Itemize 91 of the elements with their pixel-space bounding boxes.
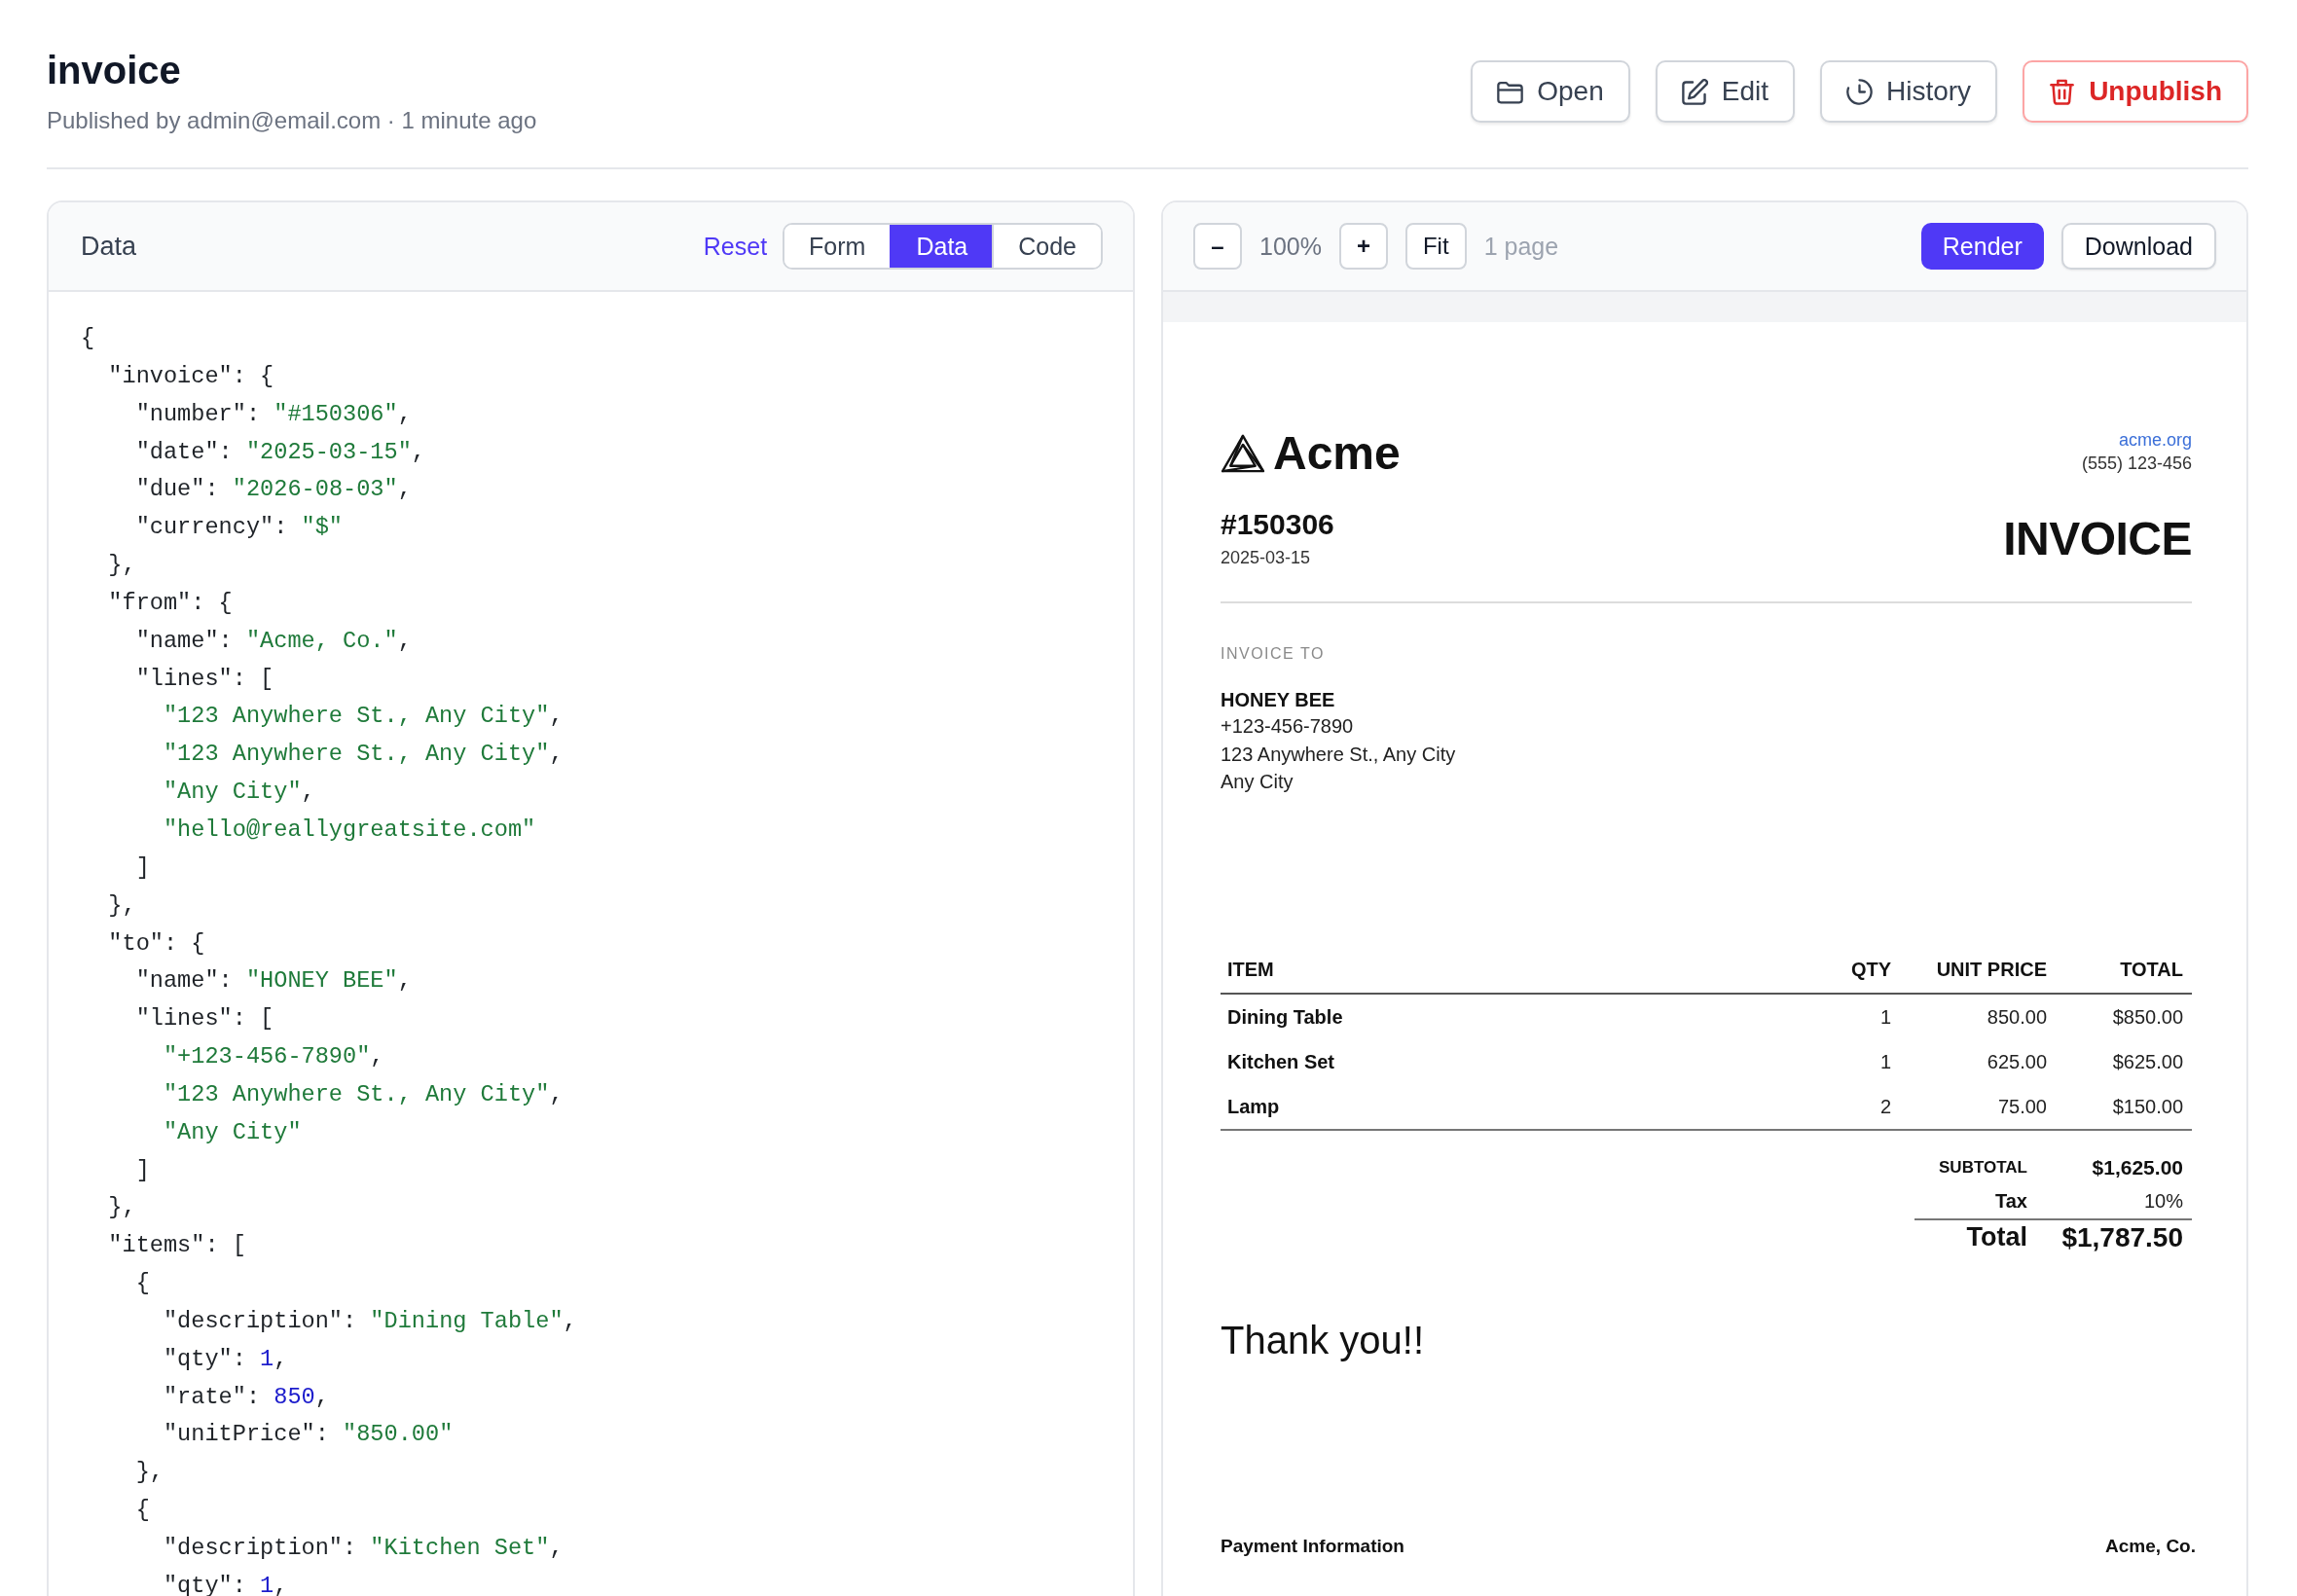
website-url: acme.org — [2118, 429, 2192, 452]
code-line: }, — [108, 552, 136, 579]
column-header: TOTAL — [2119, 957, 2184, 982]
client-name: HONEY BEE — [1221, 688, 1335, 712]
reset-link[interactable]: Reset — [703, 232, 768, 261]
code-line: "qty": 1, — [163, 1572, 288, 1596]
code-line: }, — [108, 1194, 136, 1221]
code-line: "description": "Kitchen Set", — [163, 1535, 564, 1561]
table-cell-text: Dining Table — [1226, 1004, 1344, 1030]
code-line: { — [135, 1497, 150, 1524]
table-cell-text: 1 — [1878, 1049, 1892, 1074]
table-cell-text: Kitchen Set — [1226, 1049, 1336, 1074]
code-line: ] — [135, 1156, 150, 1183]
code-line: "number": "#150306", — [135, 400, 412, 427]
mode-tab[interactable]: Code — [992, 225, 1101, 268]
code-line: "hello@reallygreatsite.com" — [163, 816, 536, 843]
code-line: "from": { — [108, 589, 233, 616]
document-title: INVOICE — [2003, 514, 2192, 564]
table-cell-text: $850.00 — [2111, 1004, 2184, 1030]
table-cell-text: $150.00 — [2111, 1094, 2184, 1119]
code-line: ] — [135, 853, 150, 881]
page-title: invoice — [47, 48, 181, 93]
table-cell-text: 75.00 — [1996, 1094, 2048, 1119]
table-cell-text: Lamp — [1226, 1094, 1281, 1119]
address-line: +123-456-7890 — [1221, 714, 1354, 739]
tax-label: Tax — [1994, 1190, 2027, 1213]
code-line: "description": "Dining Table", — [163, 1307, 577, 1334]
thank-you-text: Thank you!! — [1221, 1317, 1424, 1363]
table-cell-text: 1 — [1878, 1004, 1892, 1030]
phone-number: (555) 123-456 — [2081, 453, 2192, 475]
invoice-date: 2025-03-15 — [1221, 547, 1311, 569]
code-line: "name": "Acme, Co.", — [135, 627, 412, 654]
invoice-number: #150306 — [1221, 508, 1334, 541]
code-line: { — [81, 325, 95, 351]
table-cell-text: 2 — [1878, 1094, 1892, 1119]
column-header: UNIT PRICE — [1935, 957, 2048, 982]
code-line: "123 Anywhere St., Any City", — [163, 1080, 564, 1107]
panel-title: Data — [81, 231, 137, 262]
mode-tab[interactable]: Data — [890, 225, 993, 268]
total-value: $1,787.50 — [2060, 1221, 2184, 1253]
unpublish-button[interactable]: Unpublish — [2023, 60, 2248, 123]
code-line: "lines": [ — [135, 665, 274, 692]
clock-icon — [1846, 78, 1873, 105]
bill-to-label: INVOICE TO — [1221, 644, 1325, 664]
code-line: "date": "2025-03-15", — [135, 438, 425, 465]
table-cell-text: 625.00 — [1986, 1049, 2048, 1074]
column-header: QTY — [1849, 957, 1892, 982]
zoom-in-button[interactable]: + — [1338, 223, 1388, 270]
code-line: "currency": "$" — [135, 514, 344, 541]
code-line: "to": { — [108, 929, 205, 957]
tax-value: 10% — [2142, 1190, 2184, 1213]
brand-name: Acme — [1273, 426, 1401, 481]
download-button[interactable]: Download — [2060, 223, 2216, 270]
code-line: "Any City", — [163, 779, 315, 806]
zoom-out-button[interactable]: – — [1193, 223, 1242, 270]
code-line: "unitPrice": "850.00" — [163, 1421, 454, 1448]
code-line: }, — [135, 1459, 164, 1486]
pencil-icon — [1681, 78, 1708, 105]
address-line: 123 Anywhere St., Any City — [1221, 742, 1456, 767]
edit-button[interactable]: Edit — [1655, 60, 1795, 123]
trash-icon — [2049, 78, 2076, 105]
open-button[interactable]: Open — [1471, 60, 1630, 123]
code-line: "qty": 1, — [163, 1345, 288, 1372]
code-line: "rate": 850, — [163, 1383, 329, 1410]
table-cell-text: 850.00 — [1986, 1004, 2048, 1030]
total-label: Total — [1965, 1222, 2027, 1252]
table-cell-text: $625.00 — [2111, 1049, 2184, 1074]
code-line: "+123-456-7890", — [163, 1043, 384, 1070]
code-line: }, — [108, 891, 136, 919]
code-line: "due": "2026-08-03", — [135, 476, 412, 503]
triangle-icon — [1221, 434, 1265, 473]
fit-button[interactable]: Fit — [1404, 223, 1467, 270]
subtotal-value: $1,625.00 — [2091, 1155, 2184, 1179]
history-button[interactable]: History — [1820, 60, 1998, 123]
page-count: 1 page — [1483, 232, 1559, 261]
code-line: { — [135, 1270, 150, 1297]
company-name: Acme, Co. — [2105, 1534, 2196, 1558]
code-line: "Any City" — [163, 1118, 302, 1145]
column-header: ITEM — [1226, 957, 1275, 982]
payment-heading: Payment Information — [1221, 1534, 1404, 1558]
render-button[interactable]: Render — [1920, 223, 2044, 270]
address-line: Any City — [1221, 770, 1294, 794]
code-line: "lines": [ — [135, 1005, 274, 1033]
code-line: "123 Anywhere St., Any City", — [163, 741, 564, 768]
zoom-level: 100% — [1259, 232, 1322, 261]
page-subtitle: Published by admin@email.com · 1 minute ago — [47, 106, 537, 135]
code-line: "items": [ — [108, 1232, 246, 1259]
code-line: "name": "HONEY BEE", — [135, 967, 412, 995]
code-line: "123 Anywhere St., Any City", — [163, 703, 564, 730]
code-line: "invoice": { — [108, 362, 274, 389]
subtotal-label: SUBTOTAL — [1938, 1157, 2027, 1178]
